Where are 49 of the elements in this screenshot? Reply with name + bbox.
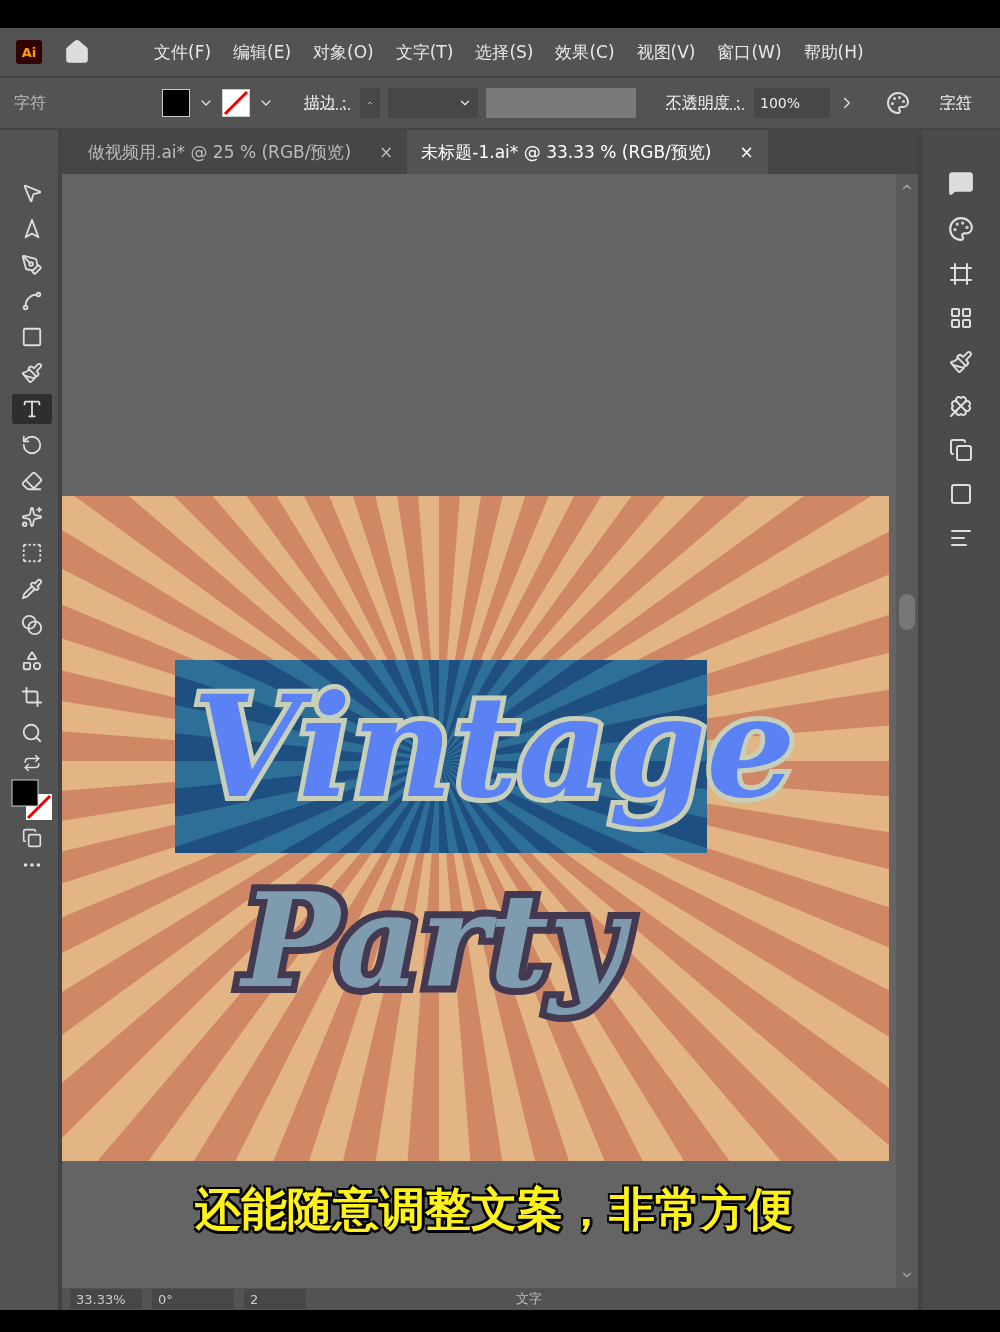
menu-item[interactable]: 视图(V) bbox=[636, 40, 696, 64]
shape-builder-tool-icon bbox=[21, 650, 43, 672]
artboard-tool-icon bbox=[21, 686, 43, 708]
type-tool-icon bbox=[21, 398, 43, 420]
menu-item[interactable]: 对象(O) bbox=[313, 40, 374, 64]
club-icon[interactable] bbox=[949, 394, 973, 418]
comments-icon[interactable] bbox=[948, 170, 974, 196]
menu-item[interactable]: 文件(F) bbox=[154, 40, 212, 64]
home-icon[interactable] bbox=[64, 39, 90, 65]
artboard-field[interactable]: 2 bbox=[244, 1289, 306, 1309]
eraser-tool-icon bbox=[21, 470, 43, 492]
type-tool[interactable] bbox=[12, 394, 52, 424]
paintbrush-tool-icon bbox=[21, 362, 43, 384]
fill-swatch[interactable] bbox=[162, 89, 190, 117]
selection-tool-icon bbox=[21, 182, 43, 204]
menu-item[interactable]: 编辑(E) bbox=[233, 40, 292, 64]
menu-item[interactable]: 帮助(H) bbox=[803, 40, 864, 64]
opacity-label[interactable]: 不透明度： bbox=[666, 92, 746, 114]
rotation-field[interactable]: 0° bbox=[152, 1289, 234, 1309]
eyedropper-tool-icon bbox=[21, 578, 43, 600]
status-text: 文字 bbox=[516, 1290, 542, 1308]
opacity-field[interactable]: 100% bbox=[754, 88, 830, 118]
menu-item[interactable]: 选择(S) bbox=[475, 40, 534, 64]
pen-tool-icon bbox=[21, 254, 43, 276]
zoom-tool-icon bbox=[21, 722, 43, 744]
rectangle-tool-icon bbox=[21, 326, 43, 348]
document-tab[interactable]: 未标题-1.ai* @ 33.33 % (RGB/预览) × bbox=[407, 130, 768, 174]
stroke-none-swatch[interactable] bbox=[222, 89, 250, 117]
palette-icon[interactable] bbox=[948, 216, 974, 242]
stroke-label[interactable]: 描边： bbox=[304, 92, 352, 114]
fill-stroke-swatches-icon[interactable] bbox=[10, 778, 54, 822]
video-subtitle: 还能随意调整文案，非常方便 bbox=[195, 1181, 793, 1238]
blend-tool-icon bbox=[21, 614, 43, 636]
panel-label: 字符 bbox=[14, 92, 46, 114]
swatches-icon[interactable] bbox=[949, 306, 973, 330]
menu-item[interactable]: 效果(C) bbox=[555, 40, 615, 64]
menu-item[interactable]: 文字(T) bbox=[395, 40, 454, 64]
screen-mode-icon[interactable] bbox=[22, 828, 42, 848]
rotate-tool-icon bbox=[21, 434, 43, 456]
layers-icon[interactable] bbox=[949, 438, 973, 462]
scroll-thumb[interactable] bbox=[899, 594, 915, 630]
character-link[interactable]: 字符 bbox=[940, 92, 972, 114]
brushes-icon[interactable] bbox=[949, 350, 973, 374]
zoom-field[interactable]: 33.33% bbox=[70, 1289, 142, 1309]
swap-colors-icon[interactable] bbox=[23, 754, 41, 772]
app-logo: Ai bbox=[16, 40, 42, 64]
curvature-tool-icon bbox=[21, 290, 43, 312]
recolor-icon[interactable] bbox=[886, 91, 910, 115]
menu-item[interactable]: 窗口(W) bbox=[717, 40, 782, 64]
